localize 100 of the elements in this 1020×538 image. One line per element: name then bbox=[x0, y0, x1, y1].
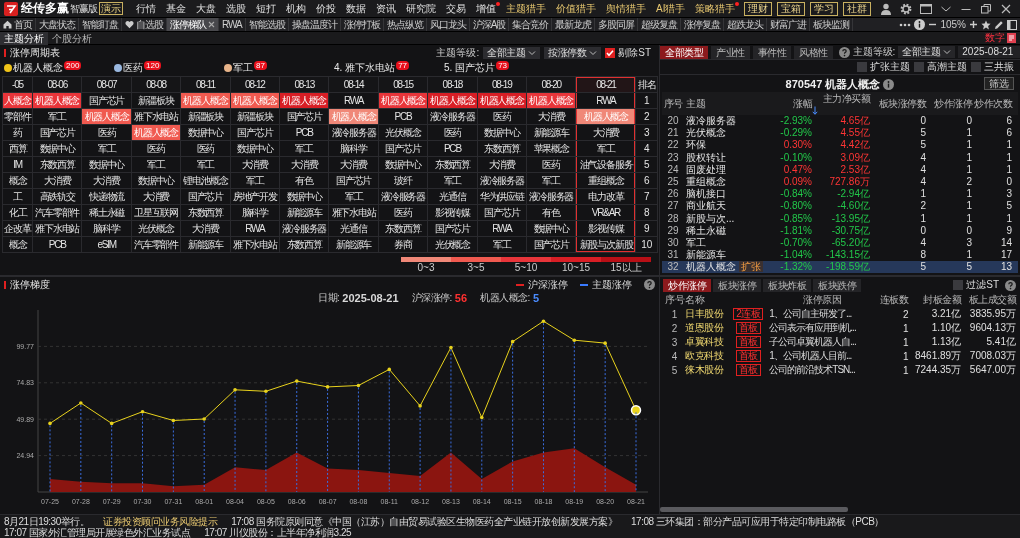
table-cell[interactable]: 华为供应链 bbox=[477, 188, 527, 205]
table-cell[interactable]: 大消费 bbox=[131, 188, 181, 205]
tab[interactable]: 操盘温度计 bbox=[288, 18, 341, 31]
table-cell[interactable]: 大消费 bbox=[477, 156, 527, 173]
table-cell[interactable]: 国产芯片 bbox=[477, 204, 527, 221]
tab[interactable]: 沪深A股 bbox=[469, 18, 510, 31]
menu-item[interactable]: 价投 bbox=[311, 0, 341, 17]
menu-item[interactable]: 策略猎手 bbox=[690, 0, 741, 17]
table-cell[interactable]: 液冷服务器 bbox=[477, 172, 527, 189]
tab[interactable]: 产业性 bbox=[711, 45, 750, 59]
table-cell[interactable]: 概念 bbox=[2, 172, 33, 189]
table-cell[interactable]: 医药 bbox=[526, 156, 576, 173]
menu-item[interactable]: 舆情猎手 bbox=[601, 0, 651, 17]
tab[interactable]: 板块监测 bbox=[810, 18, 854, 31]
column-header[interactable]: 封板金额 bbox=[908, 293, 962, 307]
column-header[interactable]: 序号 bbox=[662, 92, 684, 115]
menu-item[interactable]: AI猎手 bbox=[651, 0, 691, 17]
table-cell[interactable]: 东数西算 bbox=[427, 156, 478, 173]
column-header[interactable]: 板上成交额 bbox=[961, 293, 1016, 307]
table-cell[interactable]: 大消费 bbox=[230, 156, 280, 173]
table-cell[interactable]: PCB bbox=[279, 124, 329, 141]
column-header[interactable]: 涨幅 bbox=[768, 92, 812, 115]
table-cell[interactable]: 数据中心 bbox=[477, 124, 527, 141]
table-cell[interactable]: 工 bbox=[2, 188, 33, 205]
column-header[interactable]: 08-06 bbox=[32, 76, 82, 93]
column-header[interactable]: 08-12 bbox=[230, 76, 280, 93]
table-cell[interactable]: 新疆板块 bbox=[230, 108, 280, 125]
table-cell[interactable]: 影视传媒 bbox=[427, 204, 478, 221]
table-row[interactable]: 27 商业航天 -0.80% -4.60亿 2 1 5 bbox=[662, 200, 1018, 213]
news-item[interactable]: 17:07 国家外汇管理局开展绿色外汇业务试点 bbox=[4, 526, 191, 538]
table-cell[interactable]: 国产芯片 bbox=[180, 188, 231, 205]
table-cell[interactable]: RWA bbox=[328, 92, 379, 109]
column-header[interactable]: -05 bbox=[2, 76, 33, 93]
window-icon[interactable] bbox=[920, 2, 932, 15]
column-header[interactable]: 08-11 bbox=[180, 76, 231, 93]
table-row[interactable]: 31 新能源车 -1.04% -143.15亿 8 1 17 bbox=[662, 249, 1018, 262]
table-cell[interactable]: 国产芯片 bbox=[328, 172, 379, 189]
table-cell[interactable]: 医药 bbox=[131, 140, 181, 157]
column-header[interactable]: 炒作涨停 bbox=[926, 92, 972, 115]
table-row[interactable]: 1 日丰股份 2连板 1、公司自主研发了... 2 3.21亿 3835.95万 bbox=[664, 307, 1016, 321]
table-cell[interactable]: 军工 bbox=[81, 140, 132, 157]
table-cell[interactable]: 军工 bbox=[279, 140, 329, 157]
tab[interactable]: 多股同屏 bbox=[595, 18, 639, 31]
table-cell[interactable]: 大消费 bbox=[180, 220, 231, 237]
table-cell[interactable]: 雅下水电站 bbox=[230, 236, 280, 253]
column-header[interactable]: 主力净买额 bbox=[812, 92, 870, 115]
table-cell[interactable]: 药 bbox=[2, 124, 33, 141]
table-cell[interactable]: 雅下水电站 bbox=[131, 108, 181, 125]
table-row[interactable]: 2 道恩股份 首板 公司表示有应用到机... 1 1.10亿 9604.13万 bbox=[664, 321, 1016, 335]
column-header[interactable]: 08-07 bbox=[81, 76, 132, 93]
column-header[interactable]: 08-08 bbox=[131, 76, 181, 93]
table-cell[interactable]: eSIM bbox=[81, 236, 132, 253]
column-header[interactable]: 08-21 bbox=[575, 76, 636, 93]
column-header[interactable]: 08-20 bbox=[526, 76, 576, 93]
table-cell[interactable]: 新疆板块 bbox=[180, 108, 231, 125]
table-cell[interactable]: PCB bbox=[32, 236, 82, 253]
news-item[interactable]: 证券投资顾问业务风险提示 bbox=[103, 515, 218, 527]
table-row[interactable]: 4 欧克科技 首板 1、公司机器人目前... 1 8461.89万 7008.03万 bbox=[664, 349, 1016, 363]
table-cell[interactable]: 稀土永磁 bbox=[81, 204, 132, 221]
table-cell[interactable]: 大消费 bbox=[526, 108, 576, 125]
table-cell[interactable]: 数据中心 bbox=[81, 156, 132, 173]
dropdown[interactable]: 全部主题 bbox=[898, 46, 956, 58]
table-cell[interactable]: 军工 bbox=[328, 188, 379, 205]
settings-icon[interactable] bbox=[900, 2, 912, 15]
table-cell[interactable]: 医药 bbox=[427, 124, 478, 141]
tab[interactable]: 个股分析 bbox=[48, 31, 96, 45]
table-row[interactable]: 30 军工 -0.70% -65.20亿 4 3 14 bbox=[662, 236, 1018, 250]
news-item[interactable]: 17:08 三环集团：部分产品可应用于特定印制电路板（PCB） bbox=[631, 515, 884, 527]
tab[interactable]: 风口龙头 bbox=[426, 18, 470, 31]
table-cell[interactable]: RWA bbox=[575, 92, 636, 109]
table-cell[interactable]: 光伏概念 bbox=[378, 124, 428, 141]
header-button[interactable]: 理财 bbox=[744, 1, 772, 16]
table-cell[interactable]: 脑科学 bbox=[81, 220, 132, 237]
column-header[interactable]: 08-14 bbox=[328, 76, 379, 93]
column-header[interactable]: 主题 bbox=[684, 92, 768, 115]
table-cell[interactable]: 汽车零部件 bbox=[131, 236, 181, 253]
menu-item[interactable]: 大盘 bbox=[191, 0, 221, 17]
table-cell[interactable]: 军工 bbox=[32, 108, 82, 125]
layout-icon[interactable] bbox=[1007, 19, 1017, 30]
table-cell[interactable]: 医药 bbox=[180, 140, 231, 157]
column-header[interactable]: 08-15 bbox=[378, 76, 428, 93]
menu-item[interactable]: 价值猎手 bbox=[551, 0, 601, 17]
table-cell[interactable]: 医药 bbox=[477, 108, 527, 125]
table-cell[interactable]: 影视传媒 bbox=[575, 220, 636, 237]
table-cell[interactable]: 医药 bbox=[378, 204, 428, 221]
table-cell[interactable]: 数据中心 bbox=[180, 124, 231, 141]
table-row[interactable]: 21 光伏概念 -0.29% 4.55亿 5 1 6 bbox=[662, 127, 1018, 140]
star-icon[interactable] bbox=[981, 19, 991, 30]
table-cell[interactable]: 军工 bbox=[526, 172, 576, 189]
table-cell[interactable]: IM bbox=[2, 156, 33, 173]
header-button[interactable]: 学习 bbox=[810, 1, 838, 16]
table-cell[interactable]: 军工 bbox=[131, 156, 181, 173]
table-cell[interactable]: 油气设备服务 bbox=[575, 156, 636, 173]
table-cell[interactable]: 光通信 bbox=[427, 188, 478, 205]
tab[interactable]: 超跌龙头 bbox=[724, 18, 768, 31]
table-cell[interactable]: 汽车零部件 bbox=[32, 204, 82, 221]
menu-item[interactable]: 选股 bbox=[221, 0, 251, 17]
table-cell[interactable]: 数据中心 bbox=[230, 140, 280, 157]
table-cell[interactable]: 数据中心 bbox=[279, 188, 329, 205]
tab[interactable]: 涨停复盘 bbox=[681, 18, 725, 31]
